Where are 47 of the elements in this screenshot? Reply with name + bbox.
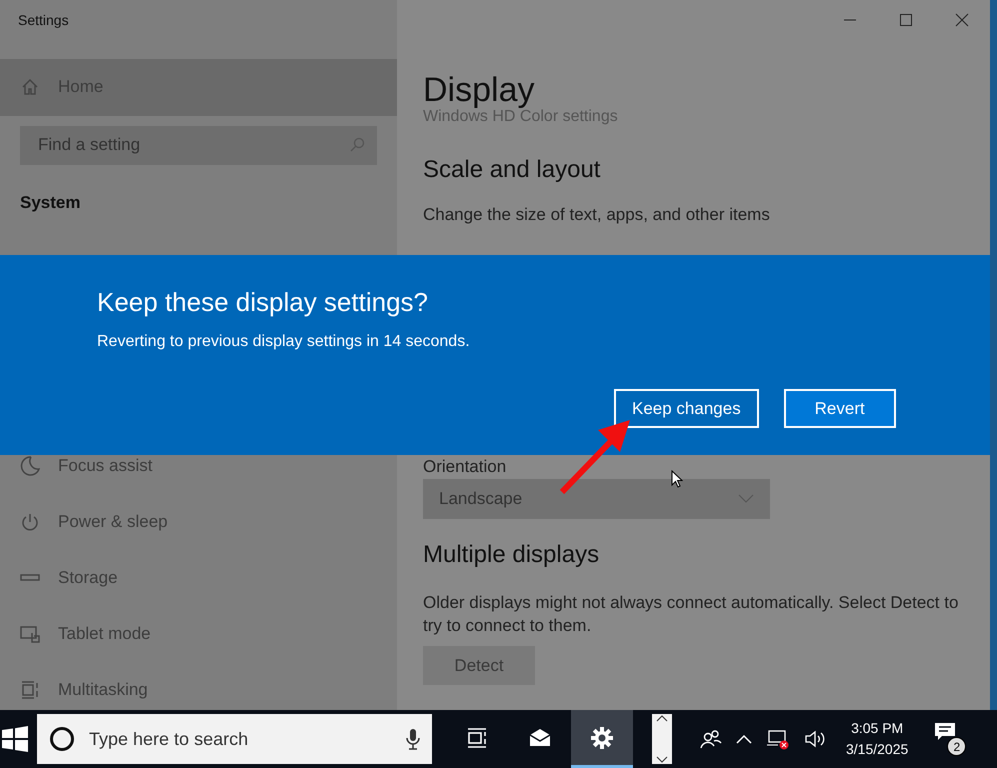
setting-label: Change the size of text, apps, and other items [423,204,771,226]
taskbar-search-field[interactable]: Type here to search [37,714,432,764]
search-field[interactable]: Find a setting [20,126,377,165]
tablet-icon [20,624,40,644]
taskbar-scroller[interactable] [652,714,672,764]
settings-icon[interactable] [590,726,614,750]
revert-button[interactable]: Revert [784,389,896,428]
description-text: Older displays might not always connect automatically. Select Detect to try to connect to them. [423,592,960,638]
chevron-icon [738,494,754,504]
maximize-icon [900,14,912,26]
speech-bubble-icon [934,722,956,742]
caret-up-icon[interactable] [736,734,752,744]
sidebar-item[interactable]: Multitasking [0,670,397,710]
section-heading: Multiple displays [423,540,600,570]
orientation-dropdown[interactable]: Landscape [423,478,770,519]
home-icon [20,77,40,98]
network-error-icon[interactable] [766,728,790,750]
mouse-cursor-icon [671,470,683,488]
multitask-icon [20,680,40,700]
section-heading: System [20,193,82,213]
search-input[interactable]: Type here to search [87,728,394,750]
window-title: Settings [18,12,70,30]
windows-start-icon[interactable] [0,724,30,754]
taskbar-app[interactable] [571,710,633,768]
page-title: Display [423,70,536,109]
moon-icon [20,456,40,476]
section-heading: Scale and layout [423,156,602,185]
chevron-down-icon [656,756,668,764]
sidebar-item[interactable]: Focus assist [0,446,397,486]
search-icon [349,137,365,154]
dialog-message: Reverting to previous display settings in 14 seconds. [97,332,471,352]
clock[interactable]: 3:05 PM 3/15/2025 [846,720,908,758]
setting-label: Orientation [423,457,508,478]
volume-icon[interactable] [804,729,826,749]
dialog-title: Keep these display settings? [97,287,429,318]
keep-changes-button[interactable]: Keep changes [614,389,759,428]
sidebar-item[interactable]: Power & sleep [0,502,397,542]
microphone-icon[interactable] [406,728,420,750]
sidebar-item[interactable]: Tablet mode [0,614,397,654]
chevron-up-icon [656,714,668,722]
search-input[interactable]: Find a setting [36,134,320,156]
power-icon [20,512,40,532]
people-icon[interactable] [700,729,722,749]
sidebar-item[interactable]: Storage [0,558,397,598]
detect-button[interactable]: Detect [423,646,535,686]
notifications-button[interactable]: 2 [934,722,966,756]
close-icon [955,13,969,27]
